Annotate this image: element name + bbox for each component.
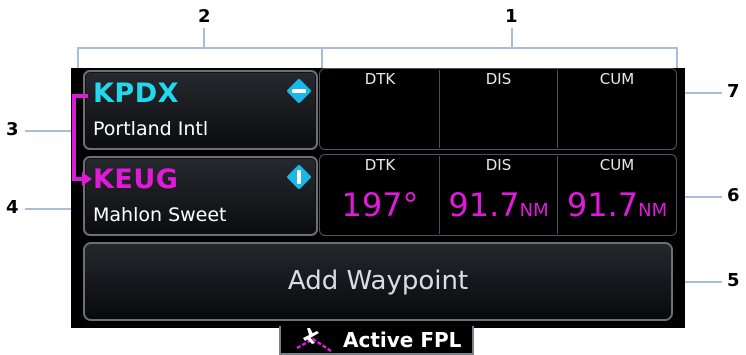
callout-bracket-2 [77,47,323,49]
cum-header: CUM [599,70,635,88]
dtk-header: DTK [364,70,396,88]
callout-3: 3 [6,119,19,140]
dis-header: DIS [485,70,512,88]
tab-active-fpl[interactable]: Active FPL [279,326,474,355]
waypoint-button-keug[interactable]: KEUG Mahlon Sweet [83,156,318,236]
tab-label: Active FPL [343,328,462,352]
dtk-cell-2: DTK 197° [321,154,439,234]
dis-header: DIS [485,156,512,174]
callout-1: 1 [505,6,518,27]
waypoint-name: Portland Intl [93,118,209,140]
waypoint-name: Mahlon Sweet [93,204,227,226]
dis-cell-2: DIS 91.7NM [440,154,557,234]
flight-plan-screen: DTK DIS CUM DTK 197° DIS 91.7NM CUM 91.7… [71,68,685,328]
cum-cell-2: CUM 91.7NM [558,154,676,234]
dtk-cell-1: DTK [321,68,439,148]
waypoint-ident: KPDX [93,78,179,109]
cum-header: CUM [599,156,635,174]
callout-2: 2 [198,6,211,27]
waypoint-button-kpdx[interactable]: KPDX Portland Intl [83,70,318,150]
callout-bracket-1 [321,47,678,49]
callout-5: 5 [727,270,740,291]
airplane-route-icon [296,328,332,353]
cum-cell-1: CUM [558,68,676,148]
callout-6: 6 [727,185,740,206]
dtk-value: 197° [341,186,419,224]
callout-7: 7 [727,81,740,102]
dtk-header: DTK [364,156,396,174]
add-waypoint-button[interactable]: Add Waypoint [83,242,673,321]
callout-4: 4 [6,197,19,218]
dis-value: 91.7NM [448,186,549,224]
waypoint-ident: KEUG [93,164,179,195]
dis-cell-1: DIS [440,68,557,148]
cum-value: 91.7NM [566,186,668,224]
